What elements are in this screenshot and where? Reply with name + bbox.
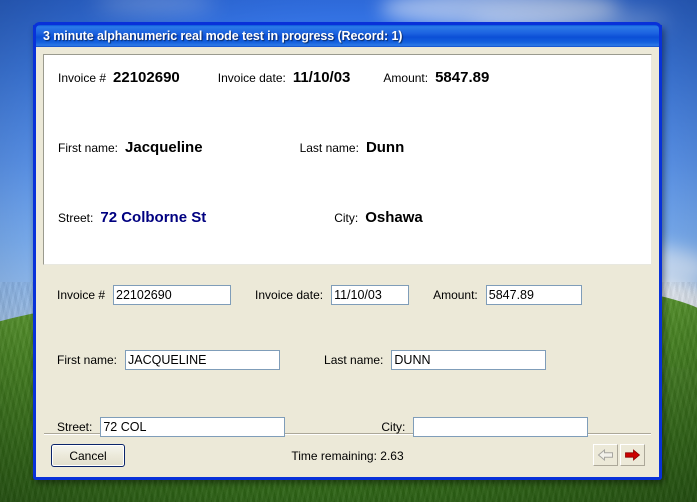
entry-form: Invoice # Invoice date: Amount: First na…: [43, 265, 652, 437]
last-name-input[interactable]: [391, 350, 547, 370]
display-value-street: 72 Colborne St: [100, 209, 207, 226]
time-remaining-label: Time remaining: 2.63: [291, 449, 404, 463]
form-row-name: First name: Last name:: [43, 350, 652, 370]
window-titlebar[interactable]: 3 minute alphanumeric real mode test in …: [33, 22, 662, 47]
display-row-name: First name: Jacqueline Last name: Dunn: [44, 139, 651, 156]
next-record-button[interactable]: [620, 444, 645, 466]
desktop: 3 minute alphanumeric real mode test in …: [0, 0, 697, 502]
window-client-area: Invoice # 22102690 Invoice date: 11/10/0…: [36, 47, 659, 473]
display-label-amount: Amount:: [383, 71, 429, 85]
left-arrow-icon: [597, 449, 614, 461]
invoice-number-input[interactable]: [113, 285, 232, 305]
street-input[interactable]: [100, 417, 286, 437]
display-value-invoice-date: 11/10/03: [292, 69, 351, 86]
first-name-input[interactable]: [125, 350, 281, 370]
form-label-invoice-date: Invoice date:: [255, 288, 324, 302]
record-navigation-buttons: [593, 444, 645, 466]
display-label-street: Street:: [58, 211, 94, 225]
amount-input[interactable]: [485, 285, 582, 305]
form-label-amount: Amount:: [433, 288, 478, 302]
form-label-last-name: Last name:: [324, 353, 384, 367]
invoice-date-input[interactable]: [331, 285, 410, 305]
test-window: 3 minute alphanumeric real mode test in …: [33, 22, 662, 480]
previous-record-button[interactable]: [593, 444, 618, 466]
form-label-first-name: First name:: [57, 353, 118, 367]
form-label-city: City:: [381, 420, 406, 434]
display-row-invoice: Invoice # 22102690 Invoice date: 11/10/0…: [44, 69, 651, 86]
display-value-invoice-number: 22102690: [113, 69, 180, 86]
city-input[interactable]: [413, 417, 589, 437]
bottom-bar: Cancel Time remaining: 2.63: [43, 435, 652, 476]
display-label-invoice-date: Invoice date:: [217, 71, 286, 85]
form-label-street: Street:: [57, 420, 93, 434]
display-label-first-name: First name:: [58, 141, 119, 155]
display-value-first-name: Jacqueline: [125, 139, 203, 156]
display-label-invoice-number: Invoice #: [58, 71, 107, 85]
display-label-city: City:: [334, 211, 359, 225]
window-title: 3 minute alphanumeric real mode test in …: [43, 29, 403, 43]
display-row-address: Street: 72 Colborne St City: Oshawa: [44, 209, 651, 226]
display-value-last-name: Dunn: [365, 139, 405, 156]
form-row-address: Street: City:: [43, 417, 652, 437]
display-value-city: Oshawa: [365, 209, 423, 226]
display-label-last-name: Last name:: [299, 141, 359, 155]
form-label-invoice-number: Invoice #: [57, 288, 106, 302]
form-row-invoice: Invoice # Invoice date: Amount:: [43, 285, 652, 305]
reference-display-panel: Invoice # 22102690 Invoice date: 11/10/0…: [43, 54, 652, 265]
right-arrow-icon: [624, 449, 641, 461]
display-value-amount: 5847.89: [435, 69, 490, 86]
